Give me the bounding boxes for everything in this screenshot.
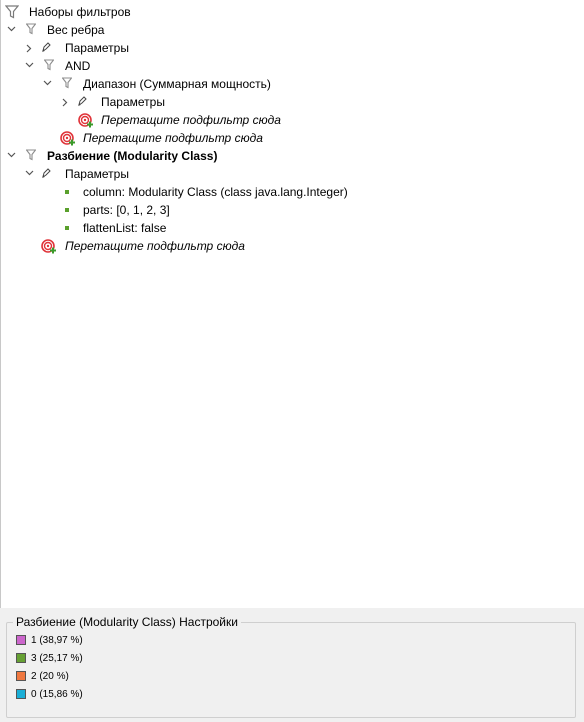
drop-target-icon (41, 237, 56, 255)
tree-node-and[interactable]: AND (1, 57, 584, 75)
bullet-icon (65, 208, 69, 212)
part-color-swatch[interactable] (16, 671, 26, 681)
chevron-right-icon[interactable] (61, 93, 71, 111)
chevron-down-icon[interactable] (42, 75, 52, 93)
part-color-swatch[interactable] (16, 635, 26, 645)
params-icon (77, 93, 91, 111)
param-parts-label: parts: [0, 1, 2, 3] (83, 203, 170, 217)
tree-node-edge-weight-params[interactable]: Параметры (1, 39, 584, 57)
funnel-icon (5, 3, 19, 21)
edge-weight-label: Вес ребра (47, 23, 105, 37)
tree-root-filter-sets[interactable]: Наборы фильтров (1, 3, 584, 21)
param-parts[interactable]: parts: [0, 1, 2, 3] (1, 201, 584, 219)
tree-root-label: Наборы фильтров (29, 5, 131, 19)
tree-node-range[interactable]: Диапазон (Суммарная мощность) (1, 75, 584, 93)
funnel-icon (62, 75, 76, 93)
tree-node-partition[interactable]: Разбиение (Modularity Class) (1, 147, 584, 165)
partition-label: Разбиение (Modularity Class) (47, 149, 218, 163)
part-label: 1 (38,97 %) (31, 635, 83, 646)
partition-params-label: Параметры (65, 167, 129, 181)
drop-target-icon (60, 129, 75, 147)
funnel-icon (26, 21, 40, 39)
drop-hint-label: Перетащите подфильтр сюда (101, 113, 281, 127)
part-color-swatch[interactable] (16, 689, 26, 699)
drop-hint-label: Перетащите подфильтр сюда (83, 131, 263, 145)
settings-frame (6, 622, 576, 718)
param-flatten-list[interactable]: flattenList: false (1, 219, 584, 237)
range-params-label: Параметры (101, 95, 165, 109)
chevron-right-icon[interactable] (25, 39, 35, 57)
chevron-down-icon[interactable] (24, 57, 34, 75)
param-column[interactable]: column: Modularity Class (class java.lan… (1, 183, 584, 201)
param-flatten-label: flattenList: false (83, 221, 167, 235)
funnel-icon (26, 147, 40, 165)
part-label: 0 (15,86 %) (31, 689, 83, 700)
funnel-icon (44, 57, 58, 75)
and-label: AND (65, 59, 91, 73)
settings-title: Разбиение (Modularity Class) Настройки (13, 615, 241, 629)
part-color-swatch[interactable] (16, 653, 26, 663)
drop-target-icon (78, 111, 93, 129)
bullet-icon (65, 226, 69, 230)
chevron-down-icon[interactable] (24, 165, 34, 183)
tree-node-partition-params[interactable]: Параметры (1, 165, 584, 183)
chevron-down-icon[interactable] (6, 147, 16, 165)
drop-target-partition[interactable]: Перетащите подфильтр сюда (1, 237, 584, 255)
params-icon (41, 39, 55, 57)
part-label: 2 (20 %) (31, 671, 69, 682)
filter-tree-panel: Наборы фильтров Вес ребра Параметры AND (0, 0, 584, 608)
chevron-down-icon[interactable] (6, 21, 16, 39)
part-label: 3 (25,17 %) (31, 653, 83, 664)
tree-node-edge-weight[interactable]: Вес ребра (1, 21, 584, 39)
params-icon (41, 165, 55, 183)
param-column-label: column: Modularity Class (class java.lan… (83, 185, 348, 199)
drop-target-range[interactable]: Перетащите подфильтр сюда (1, 111, 584, 129)
tree-node-range-params[interactable]: Параметры (1, 93, 584, 111)
drop-hint-label: Перетащите подфильтр сюда (65, 239, 245, 253)
range-label: Диапазон (Суммарная мощность) (83, 77, 271, 91)
drop-target-and[interactable]: Перетащите подфильтр сюда (1, 129, 584, 147)
edge-weight-params-label: Параметры (65, 41, 129, 55)
partition-settings-panel: Разбиение (Modularity Class) Настройки 1… (0, 608, 584, 722)
bullet-icon (65, 190, 69, 194)
